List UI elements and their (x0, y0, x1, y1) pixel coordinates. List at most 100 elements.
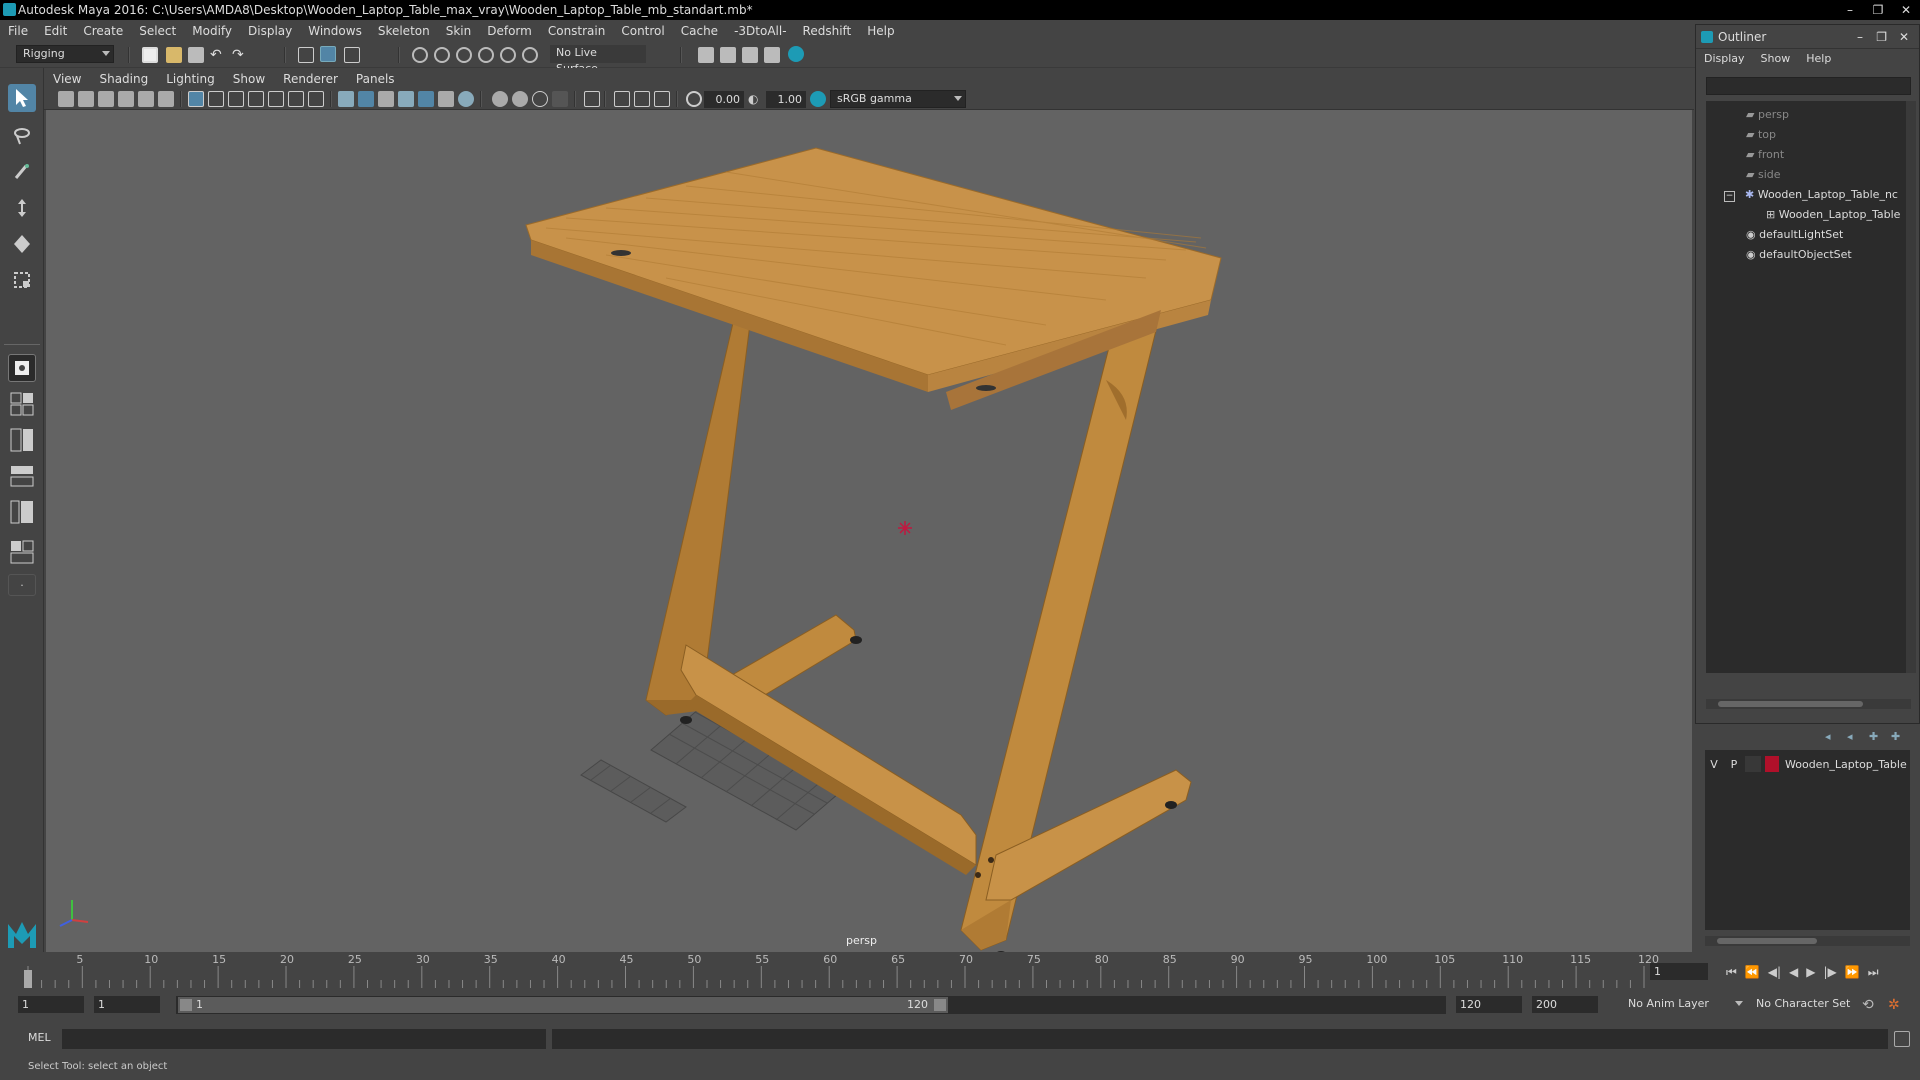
layer-color-swatch[interactable] (1765, 756, 1779, 772)
persp-outliner-layout-button[interactable] (8, 462, 36, 490)
outliner-horizontal-scrollbar[interactable] (1706, 699, 1911, 709)
select-by-component-icon[interactable] (344, 47, 360, 63)
undo-icon[interactable]: ↶ (210, 47, 226, 63)
step-forward-frame-button[interactable]: |▶ (1824, 965, 1837, 979)
snap-to-point-icon[interactable] (456, 47, 472, 63)
playback-start-field[interactable]: 1 (94, 996, 160, 1013)
menu-skeleton[interactable]: Skeleton (370, 20, 438, 42)
character-set-dropdown[interactable]: No Character Set (1750, 996, 1866, 1014)
menu-modify[interactable]: Modify (184, 20, 240, 42)
outliner-item-defaultlightset[interactable]: ◉ defaultLightSet (1746, 225, 1843, 245)
go-to-end-button[interactable]: ⏭ (1868, 965, 1879, 980)
paint-select-tool-button[interactable] (8, 158, 36, 186)
x-ray-icon[interactable] (552, 91, 568, 107)
four-view-layout-button[interactable] (8, 390, 36, 418)
grid-toggle-icon[interactable] (188, 91, 204, 107)
new-layer-icon[interactable]: ✚ (1869, 730, 1885, 746)
outliner-item-front[interactable]: ▰ front (1746, 145, 1784, 165)
ipr-render-icon[interactable] (742, 47, 758, 63)
menu-windows[interactable]: Windows (300, 20, 370, 42)
outliner-item-group[interactable]: − ✱ Wooden_Laptop_Table_nc (1724, 185, 1898, 205)
layout-options-button[interactable]: · (8, 574, 36, 596)
exposure-icon[interactable] (686, 91, 702, 107)
resolution-gate-icon[interactable] (228, 91, 244, 107)
outliner-menu-display[interactable]: Display (1696, 49, 1753, 69)
menu-control[interactable]: Control (613, 20, 672, 42)
multisample-aa-icon[interactable] (512, 91, 528, 107)
exposure-field[interactable]: 0.00 (704, 91, 744, 108)
depth-of-field-icon[interactable] (532, 91, 548, 107)
maximize-button[interactable]: ❐ (1864, 0, 1892, 20)
outliner-item-side[interactable]: ▰ side (1746, 165, 1781, 185)
step-forward-key-button[interactable]: ⏩ (1845, 965, 1860, 979)
outliner-item-mesh[interactable]: ⊞ Wooden_Laptop_Table (1766, 205, 1900, 225)
scale-tool-button[interactable] (8, 266, 36, 294)
motion-blur-icon[interactable] (492, 91, 508, 107)
viewport-menu-view[interactable]: View (44, 68, 90, 90)
lasso-tool-button[interactable] (8, 122, 36, 150)
viewport-menu-panels[interactable]: Panels (347, 68, 404, 90)
range-end-grip[interactable] (934, 999, 946, 1011)
gamma-field[interactable]: 1.00 (766, 91, 806, 108)
animation-preferences-icon[interactable]: ✲ (1888, 997, 1904, 1013)
redo-icon[interactable]: ↷ (232, 47, 248, 63)
screen-space-ao-icon[interactable] (458, 91, 474, 107)
step-back-frame-button[interactable]: ◀| (1768, 965, 1781, 979)
collapse-icon[interactable]: − (1724, 191, 1735, 202)
layer-reference-toggle[interactable] (1745, 756, 1761, 772)
outliner-menu-help[interactable]: Help (1798, 49, 1839, 69)
menu-create[interactable]: Create (75, 20, 131, 42)
color-management-icon[interactable] (810, 91, 826, 107)
scrollbar-thumb[interactable] (1718, 701, 1863, 707)
script-editor-icon[interactable] (1894, 1031, 1910, 1047)
menu-display[interactable]: Display (240, 20, 300, 42)
shadows-icon[interactable] (438, 91, 454, 107)
auto-key-icon[interactable]: ⟲ (1862, 997, 1878, 1013)
play-forwards-button[interactable]: ▶ (1806, 965, 1815, 979)
single-perspective-layout-button[interactable] (8, 354, 36, 382)
range-slider-handle[interactable]: 1 120 (178, 997, 948, 1013)
snap-to-grid-icon[interactable] (412, 47, 428, 63)
gamma-icon[interactable]: ◐ (748, 91, 764, 107)
layer-playback-toggle[interactable]: P (1723, 758, 1745, 771)
textured-icon[interactable] (398, 91, 414, 107)
menu-skin[interactable]: Skin (438, 20, 480, 42)
select-camera-icon[interactable] (58, 91, 74, 107)
viewport-menu-lighting[interactable]: Lighting (157, 68, 224, 90)
time-slider[interactable]: 1510152025303540455055606570758085909510… (0, 952, 1920, 990)
snap-to-view-plane-icon[interactable] (478, 47, 494, 63)
outliner-maximize-button[interactable]: ❐ (1876, 25, 1887, 49)
graph-editor-layout-button[interactable] (8, 538, 36, 566)
select-tool-button[interactable] (8, 84, 36, 112)
menu-cache[interactable]: Cache (673, 20, 726, 42)
move-tool-button[interactable] (8, 194, 36, 222)
minimize-button[interactable]: – (1836, 0, 1864, 20)
wireframe-icon[interactable] (338, 91, 354, 107)
film-gate-icon[interactable] (208, 91, 224, 107)
rotate-tool-button[interactable] (8, 230, 36, 258)
backface-culling-icon[interactable] (654, 91, 670, 107)
outliner-item-defaultobjectset[interactable]: ◉ defaultObjectSet (1746, 245, 1852, 265)
menu-set-dropdown[interactable]: Rigging (16, 45, 114, 63)
playback-end-field[interactable]: 120 (1456, 996, 1522, 1013)
safe-title-icon[interactable] (308, 91, 324, 107)
viewport-menu-show[interactable]: Show (224, 68, 274, 90)
outliner-item-top[interactable]: ▰ top (1746, 125, 1776, 145)
snap-to-curve-icon[interactable] (434, 47, 450, 63)
xray-joints-icon[interactable] (614, 91, 630, 107)
menu-constrain[interactable]: Constrain (540, 20, 614, 42)
step-back-key-button[interactable]: ⏪ (1745, 965, 1760, 979)
viewport-menu-renderer[interactable]: Renderer (274, 68, 347, 90)
play-backwards-button[interactable]: ◀ (1789, 965, 1798, 979)
command-input[interactable] (62, 1029, 546, 1049)
outliner-close-button[interactable]: ✕ (1899, 25, 1909, 49)
gate-mask-icon[interactable] (248, 91, 264, 107)
menu-file[interactable]: File (0, 20, 36, 42)
render-settings-icon[interactable] (698, 47, 714, 63)
camera-attributes-icon[interactable] (78, 91, 94, 107)
use-all-lights-icon[interactable] (418, 91, 434, 107)
xray-active-icon[interactable] (634, 91, 650, 107)
start-time-field[interactable]: 1 (18, 996, 84, 1013)
render-frame-icon[interactable] (720, 47, 736, 63)
range-start-grip[interactable] (180, 999, 192, 1011)
